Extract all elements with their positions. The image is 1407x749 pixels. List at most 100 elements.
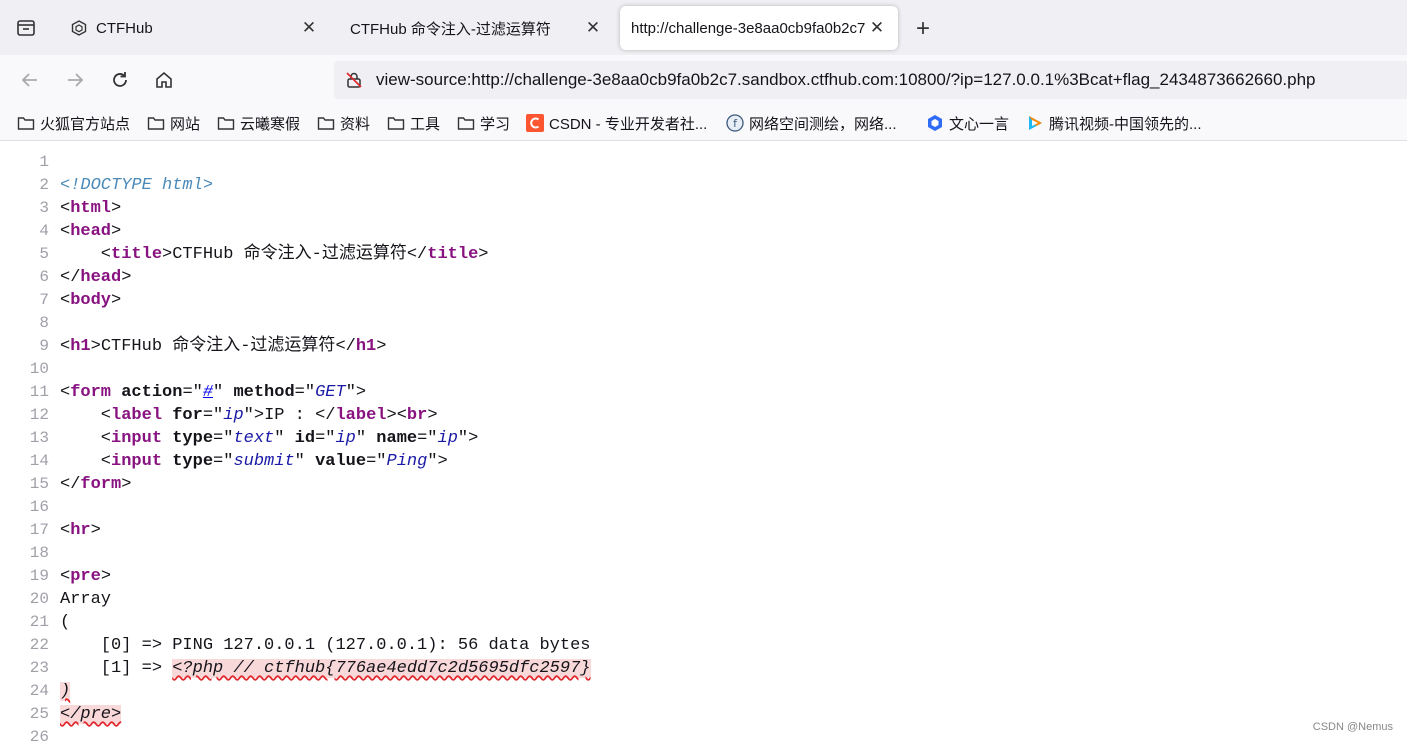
bookmark-folder-study[interactable]: 学习 [453,110,514,136]
doctype-text: <!DOCTYPE html> [60,176,214,195]
source-line: 8 [0,312,1407,335]
close-tab-icon[interactable]: ✕ [582,17,604,39]
source-line: 7 <body> [0,289,1407,312]
csdn-icon [526,114,544,132]
home-icon [156,71,172,88]
address-bar[interactable]: view-source:http://challenge-3e8aa0cb9fa… [334,61,1407,99]
new-tab-button[interactable]: + [908,14,938,44]
bookmark-label: 火狐官方站点 [40,115,131,133]
line-number: 14 [29,452,49,470]
source-line: 24) [0,680,1407,703]
csdn-watermark: CSDN @Nemus [1312,721,1393,733]
line-number: 9 [39,337,49,355]
line-number: 26 [29,728,49,746]
bookmark-wenxin[interactable]: 文心一言 [922,110,1013,136]
source-line: 13 <input type="text" id="ip" name="ip"> [0,427,1407,450]
line-number: 16 [29,498,49,516]
url-text[interactable]: view-source:http://challenge-3e8aa0cb9fa… [376,70,1316,90]
line-number: 24 [29,682,49,700]
bookmarks-toolbar: 火狐官方站点 网站 云曦寒假 资料 工具 学习 CSDN - 专业开发者社...… [0,106,1407,141]
line-number: 3 [39,199,49,217]
ctfhub-favicon-icon [70,19,88,37]
wenxin-icon [926,114,944,132]
pre-output-text: ( [60,613,71,632]
tab-label: CTFHub [96,19,153,37]
source-line: 23 [1] => <?php // ctfhub{776ae4edd7c2d5… [0,657,1407,680]
bookmark-tencent-video[interactable]: 腾讯视频-中国领先的... [1022,110,1206,136]
source-line: 5 <title>CTFHub 命令注入-过滤运算符</title> [0,243,1407,266]
bookmark-label: 工具 [410,115,441,133]
attr-value: ip [223,406,244,425]
home-button[interactable] [149,65,179,95]
line-number: 13 [29,429,49,447]
source-line: 2 <!DOCTYPE html> [0,174,1407,197]
line-number: 1 [39,153,49,171]
source-line: 15 </form> [0,473,1407,496]
source-line: 12 <label for="ip">IP : </label><br> [0,404,1407,427]
reload-icon [113,72,127,87]
reload-button[interactable] [105,65,135,95]
source-line: 10 [0,358,1407,381]
line-number: 7 [39,291,49,309]
insecure-lock-icon[interactable] [344,70,364,90]
line-number: 15 [29,475,49,493]
tab-ctfhub[interactable]: CTFHub ✕ [56,6,330,50]
pre-close-tag: </pre> [60,705,122,724]
folder-icon [217,114,235,132]
pre-output-text: [1] => [60,659,173,678]
tab-view-source[interactable]: http://challenge-3e8aa0cb9fa0b2c7 ✕ [620,6,898,50]
pre-output-text: Array [60,590,112,609]
source-line: 22 [0] => PING 127.0.0.1 (127.0.0.1): 56… [0,634,1407,657]
bookmark-folder-tools[interactable]: 工具 [383,110,444,136]
form-action-link[interactable]: # [203,383,213,402]
bookmark-csdn[interactable]: CSDN - 专业开发者社... [522,110,711,136]
bookmark-label: 网络空间测绘，网络... [749,115,897,133]
source-line: 11 <form action="#" method="GET"> [0,381,1407,404]
tab-label: http://challenge-3e8aa0cb9fa0b2c7 [631,19,866,37]
attr-value: Ping [386,452,428,471]
tab-label: CTFHub 命令注入-过滤运算符 [350,20,551,38]
flag-error-text: <?php // ctfhub{776ae4edd7c2d5695dfc2597… [172,659,591,678]
line-number: 12 [29,406,49,424]
source-line: 17 <hr> [0,519,1407,542]
line-number: 5 [39,245,49,263]
bookmark-folder-firefox[interactable]: 火狐官方站点 [13,110,134,136]
tab-overview-button[interactable] [8,10,44,46]
bookmark-fofa[interactable]: f 网络空间测绘，网络... [722,110,901,136]
bookmark-label: 腾讯视频-中国领先的... [1049,115,1202,133]
bookmark-label: CSDN - 专业开发者社... [549,115,708,133]
bookmark-label: 资料 [340,115,371,133]
line-number: 23 [29,659,49,677]
tab-strip: CTFHub ✕ CTFHub 命令注入-过滤运算符 ✕ http://chal… [0,0,1407,55]
line-number: 10 [29,360,49,378]
line-number: 19 [29,567,49,585]
label-text: IP : [264,406,316,425]
source-line: 14 <input type="submit" value="Ping"> [0,450,1407,473]
bookmark-folder-websites[interactable]: 网站 [143,110,204,136]
bookmark-folder-yunxi[interactable]: 云曦寒假 [213,110,304,136]
back-button[interactable] [15,65,45,95]
source-line: 4 <head> [0,220,1407,243]
source-line: 16 [0,496,1407,519]
tab-command-injection[interactable]: CTFHub 命令注入-过滤运算符 ✕ [336,6,614,50]
line-number: 17 [29,521,49,539]
bookmark-folder-materials[interactable]: 资料 [313,110,374,136]
line-number: 11 [29,383,49,401]
close-tab-icon[interactable]: ✕ [298,17,320,39]
source-line: 18 [0,542,1407,565]
line-number: 4 [39,222,49,240]
attr-value: text [233,429,275,448]
forward-button[interactable] [60,65,90,95]
source-line: 26 [0,726,1407,749]
close-tab-icon[interactable]: ✕ [866,17,888,39]
line-number: 21 [29,613,49,631]
folder-icon [317,114,335,132]
pre-output-text: ) [60,682,71,701]
title-text: CTFHub 命令注入-过滤运算符 [172,245,407,264]
source-line: 25 </pre> [0,703,1407,726]
source-line: 6 </head> [0,266,1407,289]
fofa-icon: f [726,114,744,132]
line-number: 6 [39,268,49,286]
folder-icon [457,114,475,132]
navigation-bar: view-source:http://challenge-3e8aa0cb9fa… [0,55,1407,106]
